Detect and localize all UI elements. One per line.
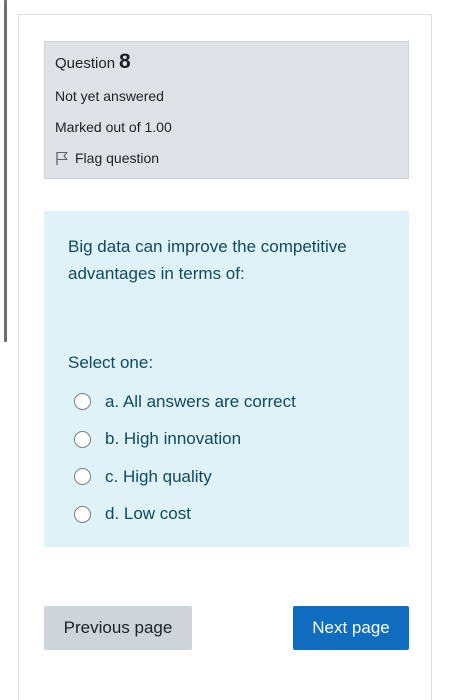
next-page-button[interactable]: Next page bbox=[293, 606, 409, 650]
flag-question-label: Flag question bbox=[75, 150, 160, 166]
scroll-indicator[interactable] bbox=[4, 0, 7, 342]
marks-info: Marked out of 1.00 bbox=[55, 119, 172, 135]
option-label: c. High quality bbox=[105, 466, 212, 486]
option-label: b. High innovation bbox=[105, 429, 242, 449]
question-heading: Question 8 bbox=[55, 50, 398, 76]
quiz-page: Question 8 Not yet answered Marked out o… bbox=[0, 0, 453, 700]
flag-question-link[interactable]: Flag question bbox=[55, 147, 398, 169]
select-one-prompt: Select one: bbox=[68, 353, 154, 372]
option-label: d. Low cost bbox=[105, 504, 191, 524]
previous-page-button[interactable]: Previous page bbox=[44, 606, 192, 650]
option-label: a. All answers are correct bbox=[105, 391, 296, 411]
question-label: Question bbox=[55, 55, 116, 72]
question-text: Big data can improve the competitive adv… bbox=[68, 237, 347, 283]
radio-unchecked-icon[interactable] bbox=[74, 430, 91, 448]
radio-unchecked-icon[interactable] bbox=[74, 393, 91, 411]
option-a[interactable]: a. All answers are correct bbox=[74, 383, 296, 421]
radio-unchecked-icon[interactable] bbox=[74, 468, 91, 486]
option-d[interactable]: d. Low cost bbox=[74, 496, 296, 534]
answer-options: a. All answers are correct b. High innov… bbox=[74, 383, 296, 533]
question-info-panel: Question 8 Not yet answered Marked out o… bbox=[44, 41, 409, 179]
option-c[interactable]: c. High quality bbox=[74, 458, 296, 496]
question-number: 8 bbox=[119, 50, 131, 73]
radio-unchecked-icon[interactable] bbox=[74, 505, 91, 523]
flag-icon bbox=[55, 151, 69, 166]
question-content: Big data can improve the competitive adv… bbox=[44, 211, 409, 547]
option-b[interactable]: b. High innovation bbox=[74, 421, 296, 459]
answer-status: Not yet answered bbox=[55, 88, 164, 104]
